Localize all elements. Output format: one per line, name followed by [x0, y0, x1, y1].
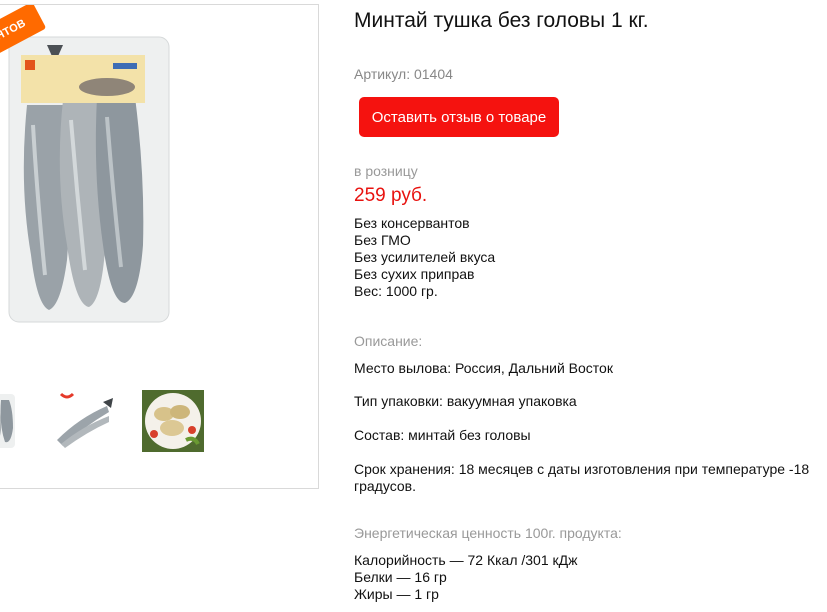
nutrition-item: Жиры — 1 гр — [354, 586, 439, 602]
nutrition-item: Белки — 16 гр — [354, 569, 447, 585]
energy-value-label: Энергетическая ценность 100г. продукта: — [354, 525, 622, 541]
nutrition-list: Калорийность — 72 Ккал /301 кДж Белки — … — [354, 552, 578, 603]
description-line: Место вылова: Россия, Дальний Восток — [354, 360, 613, 376]
nutrition-item: Калорийность — 72 Ккал /301 кДж — [354, 552, 578, 568]
description-line: Срок хранения: 18 месяцев с даты изготов… — [354, 461, 810, 494]
feature-item: Без ГМО — [354, 232, 411, 248]
description-line: Тип упаковки: вакуумная упаковка — [354, 393, 577, 409]
thumbnail-package[interactable] — [0, 390, 29, 452]
product-sku: Артикул: 01404 — [354, 66, 453, 82]
product-gallery: НТОВ — [0, 4, 319, 489]
thumbnail-dish[interactable] — [142, 390, 204, 452]
feature-item: Без консервантов — [354, 215, 470, 231]
fish-carcass-thumb-icon — [57, 392, 113, 448]
main-product-photo[interactable]: НТОВ — [0, 5, 318, 335]
description-line: Состав: минтай без головы — [354, 427, 531, 443]
feature-item: Вес: 1000 гр. — [354, 283, 438, 299]
product-price: 259 руб. — [354, 185, 428, 206]
fish-package-thumb-icon — [0, 394, 15, 448]
leave-review-button[interactable]: Оставить отзыв о товаре — [359, 97, 559, 137]
thumbnail-strip — [0, 390, 318, 460]
description-label: Описание: — [354, 333, 423, 349]
feature-list: Без консервантов Без ГМО Без усилителей … — [354, 215, 495, 300]
thumbnail-fish[interactable] — [51, 390, 113, 452]
feature-item: Без сухих приправ — [354, 266, 475, 282]
product-title: Минтай тушка без головы 1 кг. — [354, 9, 649, 32]
price-label: в розницу — [354, 163, 418, 179]
cooked-dish-thumb-icon — [142, 390, 204, 452]
feature-item: Без усилителей вкуса — [354, 249, 496, 265]
fish-package-icon — [8, 36, 170, 323]
